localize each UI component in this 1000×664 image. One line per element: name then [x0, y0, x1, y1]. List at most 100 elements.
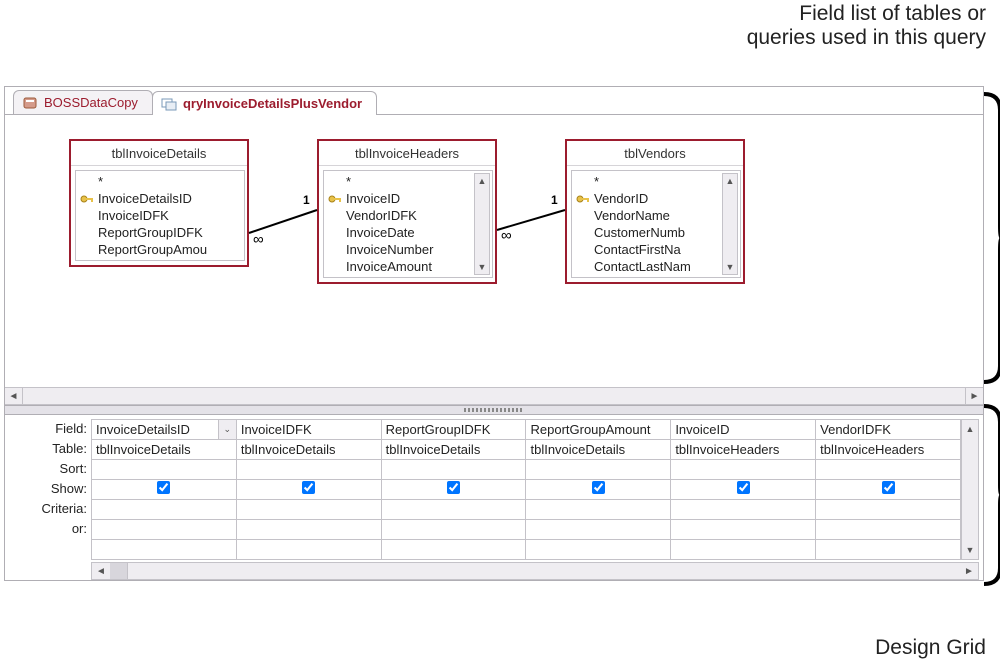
- grid-cell-show[interactable]: [382, 480, 527, 500]
- annotation-field-list: Field list of tables or queries used in …: [747, 2, 986, 50]
- field-row-vendorid[interactable]: VendorID: [572, 190, 722, 207]
- tab-bossdatacopy[interactable]: BOSSDataCopy: [13, 90, 153, 114]
- grid-cell-or[interactable]: [671, 520, 816, 540]
- pane-splitter[interactable]: [5, 405, 983, 415]
- field-row-star[interactable]: *: [76, 173, 244, 190]
- grid-cell-sort[interactable]: [237, 460, 382, 480]
- field-row-reportgroupamou[interactable]: ReportGroupAmou: [76, 241, 244, 258]
- grid-cell-criteria[interactable]: [382, 500, 527, 520]
- field-row-vendorname[interactable]: VendorName: [572, 207, 722, 224]
- relationship-one-label: 1: [551, 193, 558, 207]
- scroll-left-icon[interactable]: ◄: [92, 563, 110, 579]
- primary-key-icon: [576, 193, 590, 205]
- field-row-contactfirstna[interactable]: ContactFirstNa: [572, 241, 722, 258]
- grid-cell-table[interactable]: tblInvoiceHeaders: [671, 440, 816, 460]
- grid-cell-or[interactable]: [92, 520, 237, 540]
- grid-cell-or[interactable]: [526, 520, 671, 540]
- field-row-invoiceamount[interactable]: InvoiceAmount: [324, 258, 474, 275]
- field-list-pane[interactable]: tblInvoiceDetails * InvoiceDetailsID Inv…: [5, 115, 983, 387]
- tab-qryinvoicedetailsplusvendor[interactable]: qryInvoiceDetailsPlusVendor: [152, 91, 377, 115]
- grid-cell-show[interactable]: [671, 480, 816, 500]
- grid-cell-show[interactable]: [816, 480, 961, 500]
- grid-cell-blank[interactable]: [382, 540, 527, 560]
- grid-cell-show[interactable]: [526, 480, 671, 500]
- primary-key-icon: [328, 193, 342, 205]
- field-row-invoiceid[interactable]: InvoiceID: [324, 190, 474, 207]
- field-row-invoicenumber[interactable]: InvoiceNumber: [324, 241, 474, 258]
- grid-cell-field[interactable]: VendorIDFK: [816, 420, 961, 440]
- field-row-star[interactable]: *: [572, 173, 722, 190]
- scroll-down-icon[interactable]: ▼: [475, 260, 489, 274]
- scroll-up-icon[interactable]: ▲: [475, 174, 489, 188]
- grid-vscrollbar[interactable]: ▲ ▼: [961, 419, 979, 560]
- field-row-invoicedate[interactable]: InvoiceDate: [324, 224, 474, 241]
- show-checkbox[interactable]: [882, 481, 895, 494]
- show-checkbox[interactable]: [737, 481, 750, 494]
- scroll-down-icon[interactable]: ▼: [962, 541, 978, 559]
- grid-cell-table[interactable]: tblInvoiceHeaders: [816, 440, 961, 460]
- scroll-right-icon[interactable]: ►: [965, 388, 983, 404]
- grid-cell-criteria[interactable]: [816, 500, 961, 520]
- grid-cell-blank[interactable]: [671, 540, 816, 560]
- grid-cell-sort[interactable]: [382, 460, 527, 480]
- field-row-invoiceidfk[interactable]: InvoiceIDFK: [76, 207, 244, 224]
- grid-cell-or[interactable]: [816, 520, 961, 540]
- grid-row-labels: Field: Table: Sort: Show: Criteria: or:: [9, 419, 91, 560]
- upper-pane-hscrollbar[interactable]: ◄ ►: [5, 387, 983, 405]
- tab-label: qryInvoiceDetailsPlusVendor: [183, 96, 362, 111]
- field-row-reportgroupidfk[interactable]: ReportGroupIDFK: [76, 224, 244, 241]
- grid-cell-blank[interactable]: [526, 540, 671, 560]
- grid-cell-or[interactable]: [237, 520, 382, 540]
- scroll-right-icon[interactable]: ►: [960, 563, 978, 579]
- row-label-table: Table:: [9, 439, 87, 459]
- grid-cell-blank[interactable]: [92, 540, 237, 560]
- grid-cell-sort[interactable]: [671, 460, 816, 480]
- dropdown-arrow-icon[interactable]: ⌄: [218, 420, 236, 439]
- field-row-invoicedetailsid[interactable]: InvoiceDetailsID: [76, 190, 244, 207]
- relationship-many-label: ∞: [253, 231, 264, 248]
- field-list-scrollbar[interactable]: ▲ ▼: [722, 173, 738, 275]
- grid-cell-table[interactable]: tblInvoiceDetails: [382, 440, 527, 460]
- field-list-tblvendors[interactable]: tblVendors * VendorID VendorName Custome…: [565, 139, 745, 284]
- grid-cell-criteria[interactable]: [526, 500, 671, 520]
- relationship-one-label: 1: [303, 193, 310, 207]
- show-checkbox[interactable]: [592, 481, 605, 494]
- scroll-up-icon[interactable]: ▲: [962, 420, 978, 438]
- grid-cell-field[interactable]: InvoiceID: [671, 420, 816, 440]
- grid-cell-table[interactable]: tblInvoiceDetails: [237, 440, 382, 460]
- scroll-up-icon[interactable]: ▲: [723, 174, 737, 188]
- grid-cell-criteria[interactable]: [671, 500, 816, 520]
- show-checkbox[interactable]: [157, 481, 170, 494]
- scroll-thumb[interactable]: [110, 563, 128, 579]
- grid-cell-table[interactable]: tblInvoiceDetails: [92, 440, 237, 460]
- field-row-vendoridfk[interactable]: VendorIDFK: [324, 207, 474, 224]
- field-list-scrollbar[interactable]: ▲ ▼: [474, 173, 490, 275]
- scroll-left-icon[interactable]: ◄: [5, 388, 23, 404]
- field-row-star[interactable]: *: [324, 173, 474, 190]
- show-checkbox[interactable]: [447, 481, 460, 494]
- grid-cell-field[interactable]: ReportGroupAmount: [526, 420, 671, 440]
- scroll-down-icon[interactable]: ▼: [723, 260, 737, 274]
- grid-cell-criteria[interactable]: [92, 500, 237, 520]
- grid-cell-field[interactable]: ReportGroupIDFK: [382, 420, 527, 440]
- grid-cell-blank[interactable]: [237, 540, 382, 560]
- grid-cell-sort[interactable]: [526, 460, 671, 480]
- field-list-tblinvoicedetails[interactable]: tblInvoiceDetails * InvoiceDetailsID Inv…: [69, 139, 249, 267]
- grid-cell-show[interactable]: [92, 480, 237, 500]
- grid-cell-field[interactable]: InvoiceDetailsID⌄: [92, 420, 237, 440]
- field-row-customernumb[interactable]: CustomerNumb: [572, 224, 722, 241]
- splitter-grip-icon: [464, 408, 524, 412]
- grid-cell-or[interactable]: [382, 520, 527, 540]
- grid-cell-show[interactable]: [237, 480, 382, 500]
- grid-column: InvoiceDetailsID⌄tblInvoiceDetails: [92, 420, 237, 560]
- grid-cell-criteria[interactable]: [237, 500, 382, 520]
- grid-cell-sort[interactable]: [92, 460, 237, 480]
- show-checkbox[interactable]: [302, 481, 315, 494]
- grid-cell-blank[interactable]: [816, 540, 961, 560]
- grid-hscrollbar[interactable]: ◄ ►: [91, 562, 979, 580]
- field-list-tblinvoiceheaders[interactable]: tblInvoiceHeaders * InvoiceID VendorIDFK…: [317, 139, 497, 284]
- grid-cell-sort[interactable]: [816, 460, 961, 480]
- grid-cell-table[interactable]: tblInvoiceDetails: [526, 440, 671, 460]
- field-row-contactlastnam[interactable]: ContactLastNam: [572, 258, 722, 275]
- grid-cell-field[interactable]: InvoiceIDFK: [237, 420, 382, 440]
